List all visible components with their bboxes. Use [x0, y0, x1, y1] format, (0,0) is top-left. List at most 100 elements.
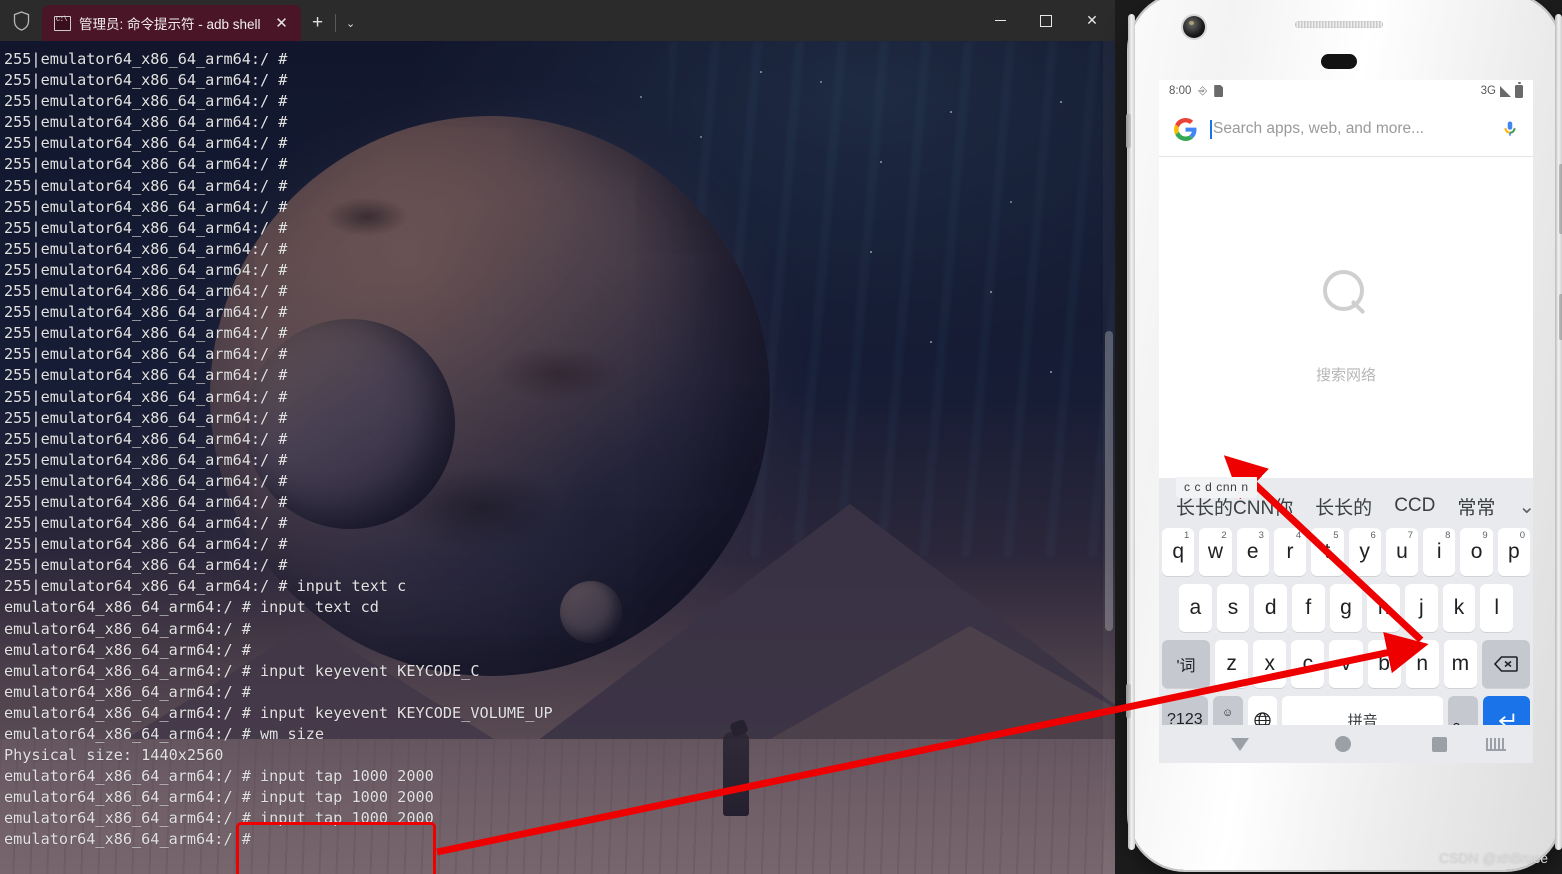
key-a[interactable]: a: [1178, 584, 1212, 632]
terminal-line: 255|emulator64_x86_64_arm64:/ #: [4, 450, 288, 469]
key-number-hint: 3: [1258, 530, 1264, 541]
terminal-line: 255|emulator64_x86_64_arm64:/ #: [4, 71, 288, 90]
terminal-line: 255|emulator64_x86_64_arm64:/ #: [4, 176, 288, 195]
home-circle-icon[interactable]: [1335, 736, 1351, 752]
search-empty-state: 搜索网络: [1159, 157, 1533, 497]
side-button-lower[interactable]: [1126, 684, 1131, 718]
google-search-bar[interactable]: Search apps, web, and more...: [1159, 102, 1533, 157]
key-y[interactable]: y6: [1348, 528, 1381, 576]
terminal-line: 255|emulator64_x86_64_arm64:/ #: [4, 408, 288, 427]
key-r[interactable]: r4: [1273, 528, 1307, 576]
terminal-scrollbar[interactable]: [1103, 41, 1115, 874]
key-x[interactable]: x: [1253, 640, 1287, 688]
chevron-down-icon[interactable]: ⌄: [1506, 494, 1533, 519]
key-number-hint: 0: [1519, 530, 1525, 541]
terminal-line: 255|emulator64_x86_64_arm64:/ #: [4, 303, 288, 322]
key-n[interactable]: n: [1405, 640, 1439, 688]
phone-area: 8:00 ⎆ 3G Search apps, web, and more... …: [1115, 0, 1562, 874]
key-number-hint: 5: [1333, 530, 1339, 541]
recents-square-icon[interactable]: [1432, 736, 1447, 752]
phone-right-edge: [1555, 14, 1562, 850]
scrollbar-thumb[interactable]: [1105, 331, 1113, 631]
terminal-line: 255|emulator64_x86_64_arm64:/ #: [4, 556, 288, 575]
terminal-line: emulator64_x86_64_arm64:/ # input text c…: [4, 598, 379, 617]
front-camera-icon: [1183, 16, 1205, 38]
key-h[interactable]: h: [1367, 584, 1401, 632]
terminal-line: 255|emulator64_x86_64_arm64:/ #: [4, 535, 288, 554]
key-v[interactable]: v: [1329, 640, 1363, 688]
key-q[interactable]: q1: [1162, 528, 1195, 576]
side-button[interactable]: [1126, 114, 1131, 148]
chevron-down-icon[interactable]: ⌄: [336, 5, 366, 41]
terminal-line: 255|emulator64_x86_64_arm64:/ #: [4, 260, 288, 279]
key-m[interactable]: m: [1443, 640, 1477, 688]
terminal-line: 255|emulator64_x86_64_arm64:/ #: [4, 113, 288, 132]
terminal-line: emulator64_x86_64_arm64:/ # input keyeve…: [4, 703, 553, 722]
key-s[interactable]: s: [1216, 584, 1250, 632]
google-g-logo: [1173, 117, 1198, 142]
terminal-line: 255|emulator64_x86_64_arm64:/ #: [4, 345, 288, 364]
android-debug-bridge-icon: ⎆: [1198, 84, 1208, 97]
search-empty-label: 搜索网络: [1315, 366, 1376, 384]
search-input[interactable]: Search apps, web, and more...: [1213, 120, 1424, 138]
terminal-line: 255|emulator64_x86_64_arm64:/ #: [4, 387, 288, 406]
key-number-hint: 1: [1184, 530, 1190, 541]
key-g[interactable]: g: [1329, 584, 1363, 632]
key-k[interactable]: k: [1442, 584, 1476, 632]
terminal-window: 管理员: 命令提示符 - adb shell ✕ + ⌄: [0, 0, 1115, 874]
terminal-line: 255|emulator64_x86_64_arm64:/ #: [4, 471, 288, 490]
key-number-hint: 6: [1370, 530, 1376, 541]
key-w[interactable]: w2: [1199, 528, 1232, 576]
key-l[interactable]: l: [1480, 584, 1514, 632]
soft-keyboard: c c d cnn n 长长的CNN你 长长的 CCD 常常 ⌄ q1w2e3r4t5y…: [1159, 477, 1533, 763]
microphone-icon[interactable]: [1501, 118, 1519, 140]
sd-card-icon: [1214, 85, 1224, 97]
terminal-line: 255|emulator64_x86_64_arm64:/ #: [4, 239, 288, 258]
terminal-line: 255|emulator64_x86_64_arm64:/ #: [4, 492, 288, 511]
terminal-line: 255|emulator64_x86_64_arm64:/ # input te…: [4, 577, 407, 596]
status-bar: 8:00 ⎆ 3G: [1159, 80, 1533, 102]
key-u[interactable]: u7: [1385, 528, 1419, 576]
console-icon: [54, 15, 71, 31]
battery-icon: [1515, 82, 1523, 98]
new-tab-button[interactable]: +: [301, 5, 335, 41]
watermark: CSDN @xhBruce: [1438, 850, 1548, 866]
key-b[interactable]: b: [1367, 640, 1401, 688]
keyboard-icon[interactable]: [1486, 737, 1506, 751]
key-number-hint: 2: [1221, 530, 1227, 541]
key-p[interactable]: p0: [1497, 528, 1530, 576]
suggestion-item[interactable]: 长长的: [1304, 493, 1383, 520]
shift-word-key[interactable]: '词: [1162, 640, 1211, 688]
terminal-body[interactable]: 255|emulator64_x86_64_arm64:/ # 255|emula…: [0, 41, 1115, 874]
backspace-icon[interactable]: [1481, 640, 1530, 688]
terminal-line: emulator64_x86_64_arm64:/ #: [4, 830, 251, 849]
keyboard-row-2: asdfghjkl: [1159, 584, 1533, 632]
key-e[interactable]: e3: [1236, 528, 1269, 576]
shield-icon: [0, 0, 42, 41]
key-i[interactable]: i8: [1423, 528, 1456, 576]
terminal-line: 255|emulator64_x86_64_arm64:/ #: [4, 514, 288, 533]
key-j[interactable]: j: [1405, 584, 1438, 632]
key-z[interactable]: z: [1215, 640, 1249, 688]
key-t[interactable]: t5: [1311, 528, 1344, 576]
system-navigation-bar: [1159, 725, 1533, 763]
text-caret: [1210, 119, 1212, 139]
terminal-line: 255|emulator64_x86_64_arm64:/ #: [4, 429, 288, 448]
back-triangle-icon[interactable]: [1231, 737, 1249, 751]
terminal-tab[interactable]: 管理员: 命令提示符 - adb shell ✕: [42, 5, 301, 41]
key-f[interactable]: f: [1292, 584, 1325, 632]
close-tab-button[interactable]: ✕: [269, 10, 295, 36]
key-d[interactable]: d: [1254, 584, 1287, 632]
close-window-button[interactable]: [1069, 0, 1115, 41]
magnifier-icon: [1323, 269, 1369, 316]
maximize-button[interactable]: [1023, 0, 1069, 41]
suggestion-item[interactable]: CCD: [1383, 495, 1446, 517]
suggestion-item[interactable]: 常常: [1446, 493, 1506, 520]
key-o[interactable]: o9: [1460, 528, 1493, 576]
terminal-line: emulator64_x86_64_arm64:/ #: [4, 682, 251, 701]
terminal-line: 255|emulator64_x86_64_arm64:/ #: [4, 155, 288, 174]
terminal-line: Physical size: 1440x2560: [4, 746, 224, 765]
key-c[interactable]: c: [1291, 640, 1325, 688]
minimize-button[interactable]: [977, 0, 1023, 41]
phone-device-frame: 8:00 ⎆ 3G Search apps, web, and more... …: [1126, 0, 1562, 870]
